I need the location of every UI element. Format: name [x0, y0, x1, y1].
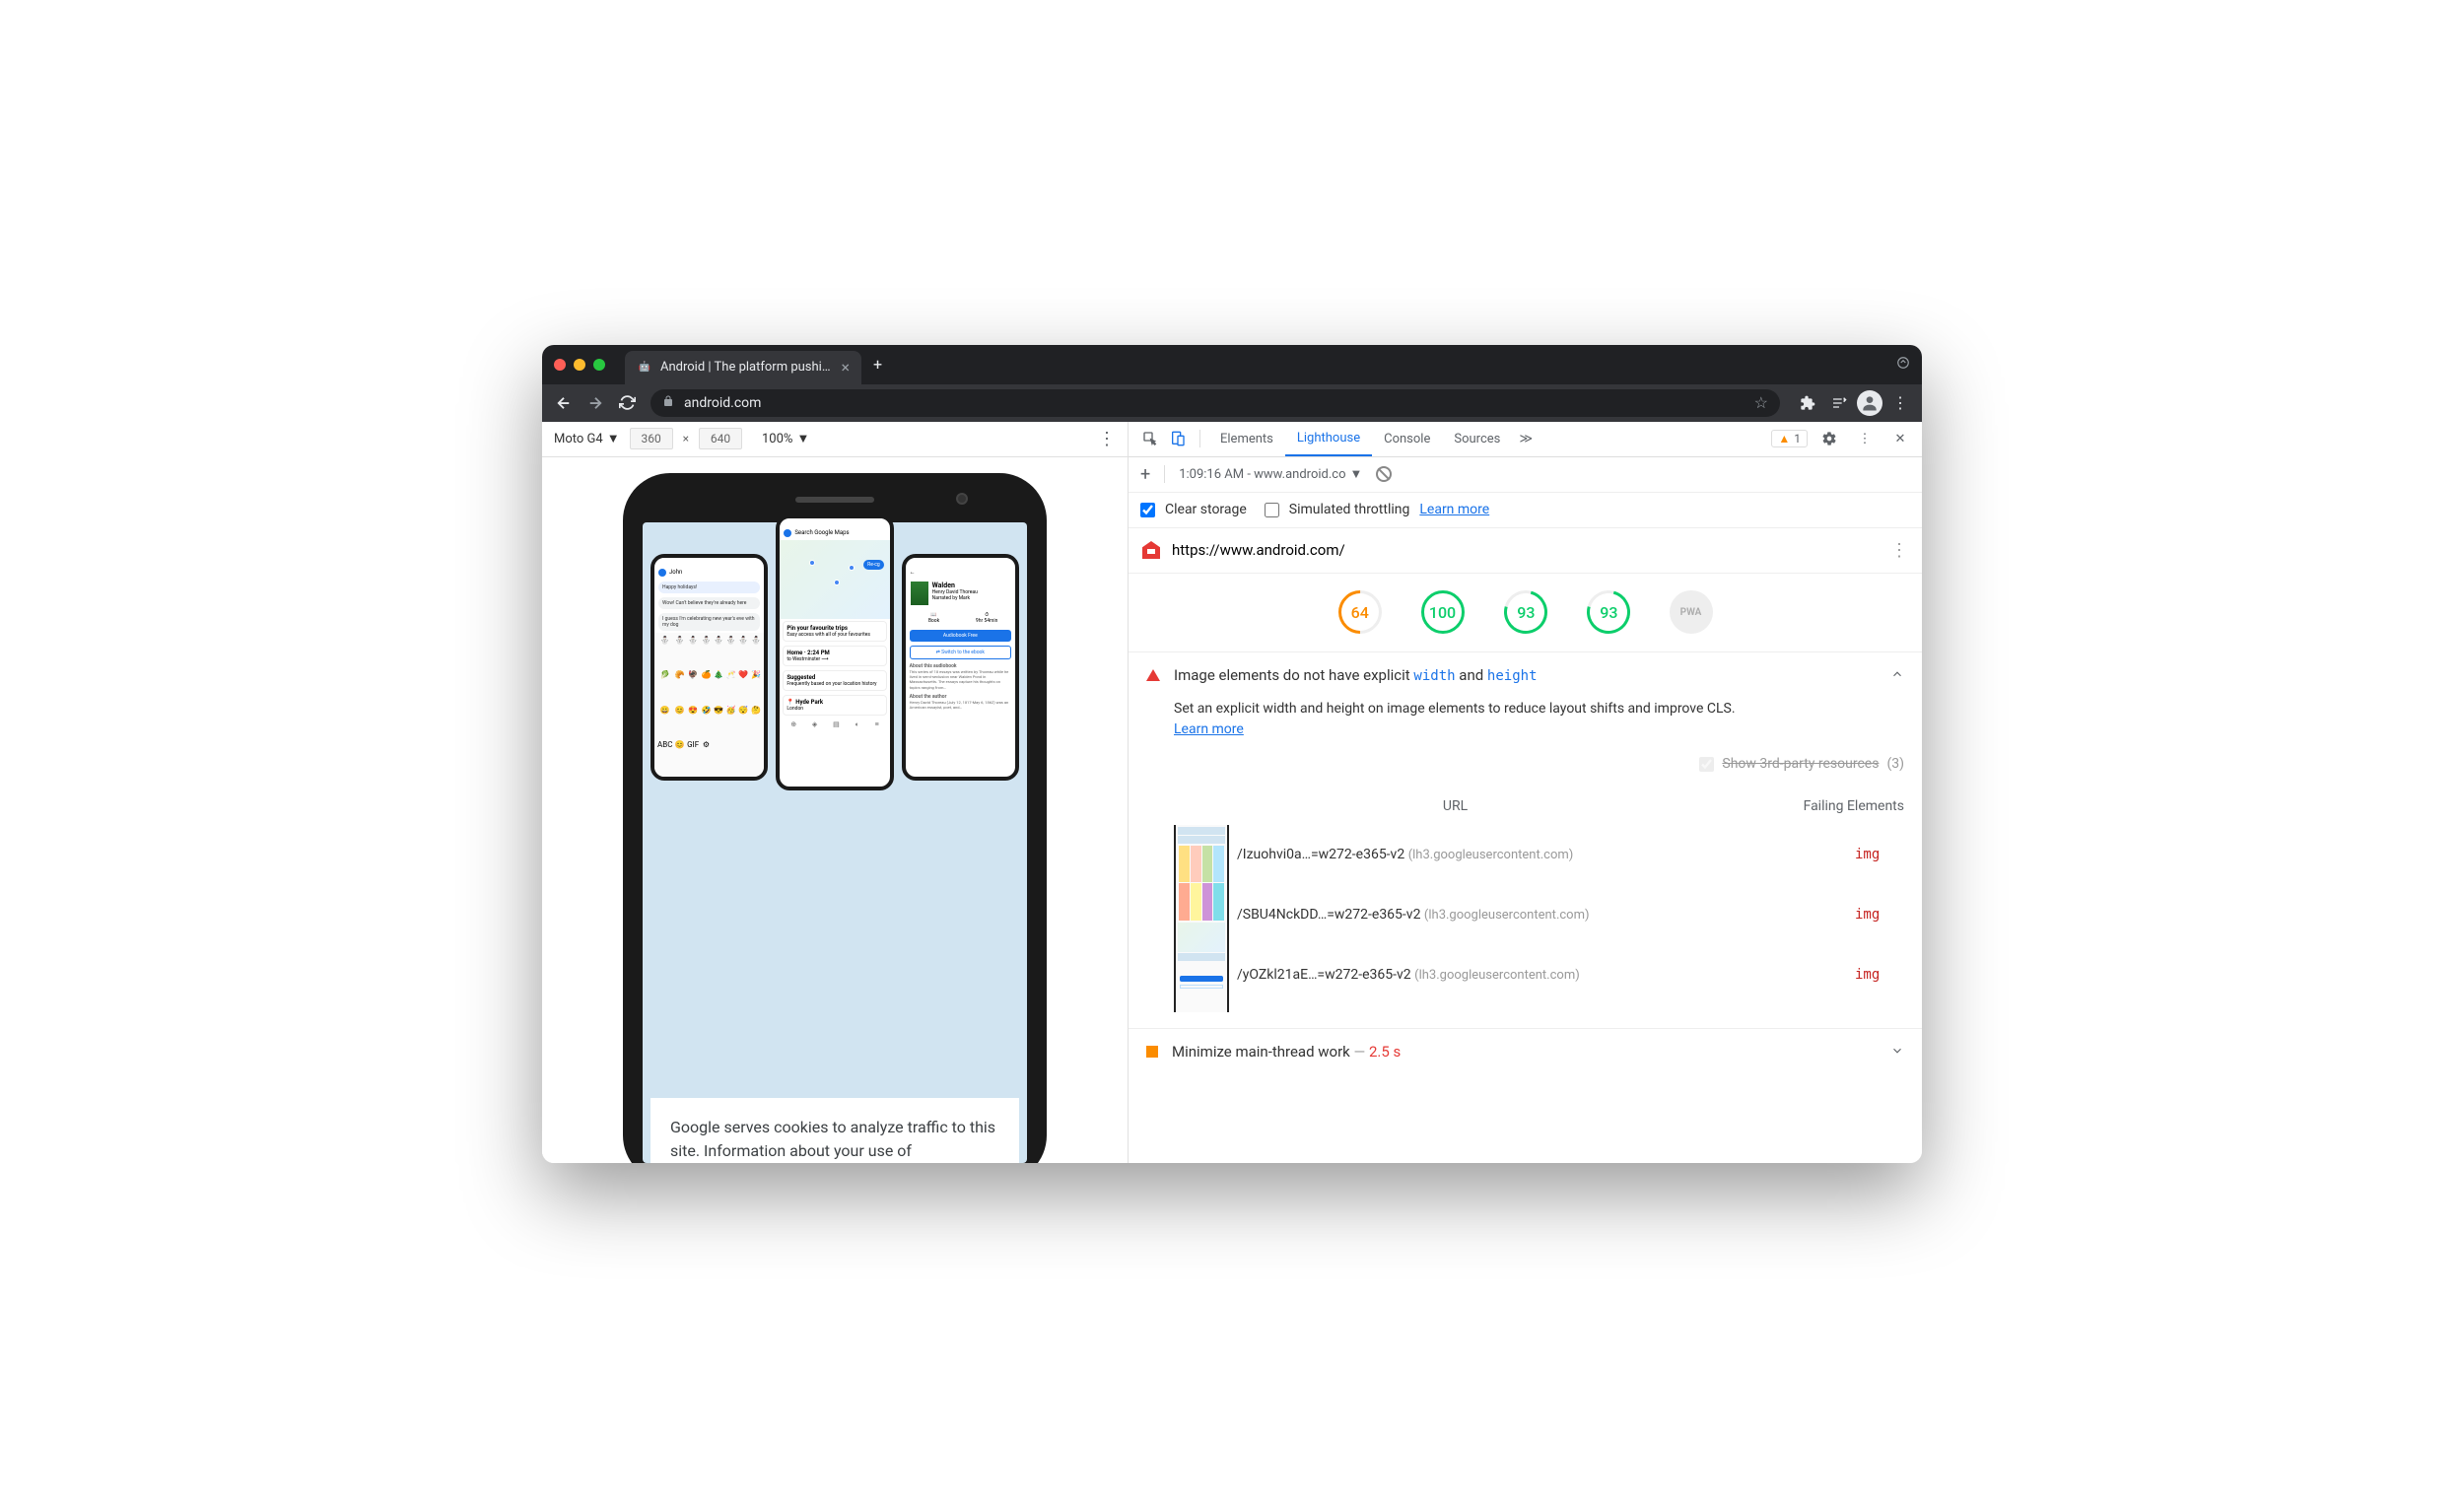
audit-description: Set an explicit width and height on imag… [1174, 699, 1904, 719]
new-report-icon[interactable]: + [1140, 464, 1150, 485]
tab-title: Android | The platform pushing [660, 360, 833, 375]
device-toolbar: Moto G4 ▼ × 100% ▼ ⋮ [542, 422, 1128, 457]
browser-tab[interactable]: 🤖 Android | The platform pushing × [625, 351, 861, 384]
mini-phone-maps: Search Google Maps Re-cg Pin your favour… [776, 514, 893, 790]
phone-camera [956, 493, 968, 505]
failing-element-row[interactable]: /SBU4NckDD…=w272-e365-v2 (lh3.googleuser… [1237, 885, 1904, 945]
warn-square-icon [1146, 1046, 1158, 1058]
score-gauge[interactable]: 93 [1495, 582, 1554, 642]
clear-reports-icon[interactable] [1376, 466, 1392, 482]
clear-storage-label: Clear storage [1165, 502, 1247, 517]
mini-phone-messages: John Happy holidays! Wow! Can't believe … [650, 554, 768, 781]
settings-gear-icon[interactable] [1815, 425, 1843, 452]
fullscreen-window-button[interactable] [593, 359, 605, 371]
column-url: URL [1243, 796, 1766, 817]
tab-console[interactable]: Console [1372, 422, 1442, 457]
audit-header[interactable]: Image elements do not have explicit widt… [1129, 652, 1922, 699]
forward-button[interactable] [582, 389, 609, 417]
lighthouse-url-row: https://www.android.com/ ⋮ [1129, 528, 1922, 574]
audit-title: Image elements do not have explicit widt… [1174, 666, 1877, 684]
browser-menu-icon[interactable]: ⋮ [1886, 389, 1914, 417]
lighthouse-icon [1142, 541, 1160, 559]
browser-toolbar: android.com ☆ ⋮ [542, 384, 1922, 422]
failing-element-row[interactable]: /yOZkl21aE…=w272-e365-v2 (lh3.googleuser… [1237, 945, 1904, 1005]
thumbnail-preview [1174, 825, 1229, 1012]
expand-icon[interactable] [1896, 355, 1910, 374]
cookie-notice: Google serves cookies to analyze traffic… [650, 1098, 1019, 1163]
simulated-throttling-label: Simulated throttling [1289, 502, 1410, 517]
phone-frame: John Happy holidays! Wow! Can't believe … [623, 473, 1047, 1163]
simulated-throttling-checkbox[interactable] [1265, 503, 1279, 517]
reload-button[interactable] [613, 389, 641, 417]
devtools-menu-icon[interactable]: ⋮ [1851, 425, 1879, 452]
bookmark-star-icon[interactable]: ☆ [1754, 393, 1768, 412]
score-gauge[interactable]: 100 [1421, 590, 1465, 634]
close-window-button[interactable] [554, 359, 566, 371]
extensions-icon[interactable] [1794, 389, 1821, 417]
new-tab-button[interactable]: + [873, 355, 882, 374]
score-gauge[interactable]: 64 [1329, 582, 1390, 643]
zoom-selector[interactable]: 100% ▼ [762, 431, 809, 446]
column-failing: Failing Elements [1766, 796, 1904, 817]
inspect-element-icon[interactable] [1136, 425, 1164, 452]
warning-badge[interactable]: ▲1 [1771, 430, 1808, 447]
url-text: android.com [684, 395, 761, 411]
titlebar: 🤖 Android | The platform pushing × + [542, 345, 1922, 384]
android-favicon: 🤖 [637, 360, 652, 376]
close-tab-icon[interactable]: × [841, 358, 850, 377]
collapse-icon[interactable] [1890, 666, 1904, 685]
device-menu-icon[interactable]: ⋮ [1098, 429, 1116, 449]
mini-phone-books: ← WaldenHenry David ThoreauNarrated by M… [902, 554, 1019, 781]
emulated-viewport: John Happy holidays! Wow! Can't believe … [542, 457, 1128, 1163]
viewport-height-input[interactable] [699, 428, 742, 449]
report-menu-icon[interactable]: ⋮ [1890, 540, 1908, 561]
lighthouse-options: Clear storage Simulated throttling Learn… [1129, 493, 1922, 528]
reading-list-icon[interactable] [1825, 389, 1853, 417]
tab-lighthouse[interactable]: Lighthouse [1285, 422, 1372, 457]
profile-avatar[interactable] [1857, 390, 1882, 416]
audit-main-thread[interactable]: Minimize main-thread work — 2.5 s [1129, 1029, 1922, 1075]
tab-elements[interactable]: Elements [1208, 422, 1285, 457]
lock-icon [662, 395, 674, 410]
fail-triangle-icon [1146, 669, 1160, 681]
audit-image-dimensions: Image elements do not have explicit widt… [1129, 652, 1922, 1029]
tested-url: https://www.android.com/ [1172, 541, 1345, 559]
failing-element-row[interactable]: /Izuohvi0a…=w272-e365-v2 (lh3.googleuser… [1237, 825, 1904, 885]
expand-icon[interactable] [1890, 1043, 1904, 1062]
more-tabs-icon[interactable]: ≫ [1512, 425, 1540, 452]
minimize-window-button[interactable] [574, 359, 585, 371]
devtools-tabs: Elements Lighthouse Console Sources ≫ ▲1… [1129, 422, 1922, 457]
third-party-checkbox [1699, 757, 1714, 772]
lighthouse-toolbar: + 1:09:16 AM - www.android.co ▼ [1129, 457, 1922, 493]
url-bar[interactable]: android.com ☆ [650, 389, 1780, 417]
audit2-title: Minimize main-thread work — 2.5 s [1172, 1043, 1401, 1061]
report-selector[interactable]: 1:09:16 AM - www.android.co ▼ [1179, 466, 1362, 482]
score-gauge[interactable]: 93 [1578, 582, 1637, 642]
back-button[interactable] [550, 389, 578, 417]
devtools-pane: Elements Lighthouse Console Sources ≫ ▲1… [1129, 422, 1922, 1163]
viewport-width-input[interactable] [630, 428, 673, 449]
dimension-separator: × [683, 432, 689, 445]
phone-screen[interactable]: John Happy holidays! Wow! Can't believe … [643, 522, 1027, 1163]
third-party-label: Show 3rd-party resources [1722, 754, 1879, 775]
window-controls [554, 359, 605, 371]
clear-storage-checkbox[interactable] [1140, 503, 1155, 517]
phone-speaker [795, 497, 874, 503]
score-gauge[interactable]: PWA [1670, 590, 1713, 634]
third-party-count: (3) [1886, 754, 1904, 775]
browser-window: 🤖 Android | The platform pushing × + and… [542, 345, 1922, 1163]
learn-more-link[interactable]: Learn more [1419, 502, 1489, 517]
audit-learn-more-link[interactable]: Learn more [1174, 721, 1244, 737]
tab-sources[interactable]: Sources [1442, 422, 1512, 457]
device-toggle-icon[interactable] [1164, 425, 1192, 452]
score-gauges: 64 100 93 93 PWA [1129, 574, 1922, 652]
device-selector[interactable]: Moto G4 ▼ [554, 431, 620, 446]
close-devtools-icon[interactable]: ✕ [1886, 425, 1914, 452]
device-emulator-pane: Moto G4 ▼ × 100% ▼ ⋮ [542, 422, 1129, 1163]
